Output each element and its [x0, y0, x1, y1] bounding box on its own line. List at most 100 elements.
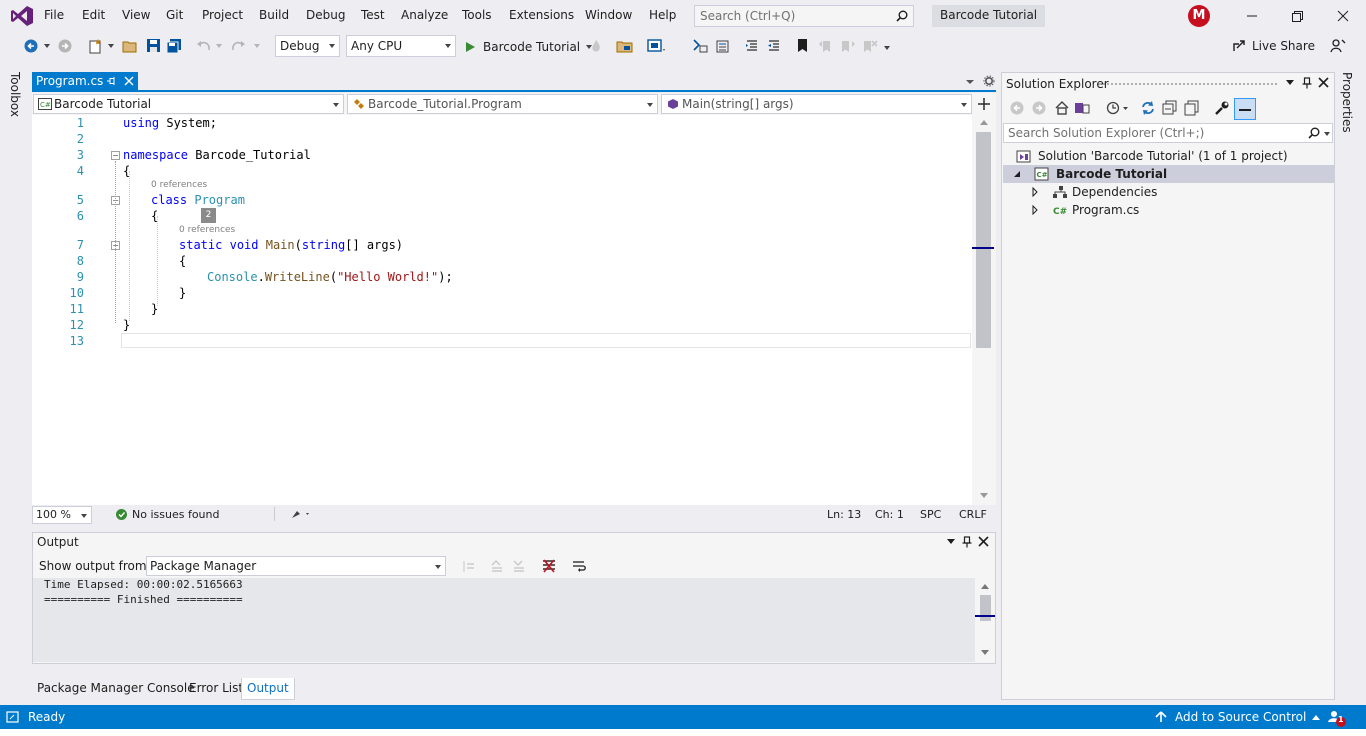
pin-tab-icon[interactable] [106, 76, 116, 86]
scroll-thumb[interactable] [976, 132, 991, 348]
pin-panel-icon[interactable] [1302, 77, 1312, 89]
tab-error-list[interactable]: Error List [184, 678, 248, 700]
properties-wrench-icon[interactable] [1214, 100, 1230, 116]
home-icon[interactable] [1054, 100, 1070, 116]
code-cleanup-icon[interactable] [290, 508, 312, 520]
show-all-files-icon[interactable] [1184, 100, 1200, 116]
line-ending-indicator[interactable]: CRLF [959, 508, 987, 521]
suggestion-badge[interactable]: 2 [201, 208, 216, 223]
clear-all-icon[interactable] [541, 558, 557, 574]
codelens-references[interactable]: 0 references [179, 225, 235, 235]
search-input[interactable]: Search (Ctrl+Q) [694, 5, 914, 27]
hot-reload-icon[interactable] [590, 39, 602, 53]
preview-selected-items-button[interactable] [1234, 98, 1256, 120]
scroll-down-icon[interactable] [981, 650, 989, 655]
close-tab-icon[interactable] [124, 76, 134, 86]
clear-bookmarks-icon[interactable] [862, 38, 878, 54]
menu-project[interactable]: Project [202, 8, 243, 22]
new-project-icon[interactable] [88, 38, 104, 54]
menu-view[interactable]: View [122, 8, 150, 22]
tab-program-cs[interactable]: Program.cs [32, 72, 138, 92]
collapse-all-icon[interactable] [1162, 100, 1178, 116]
menu-edit[interactable]: Edit [82, 8, 105, 22]
output-source-select[interactable]: Package Manager [146, 556, 446, 576]
next-message-icon[interactable] [511, 558, 527, 574]
output-text-area[interactable]: Time Elapsed: 00:00:02.5165663 =========… [33, 578, 975, 662]
sync-icon[interactable] [1140, 100, 1156, 116]
notifications-icon[interactable] [1326, 709, 1348, 727]
back-icon[interactable] [1010, 101, 1024, 115]
close-panel-icon[interactable] [1318, 77, 1329, 88]
toolbox-tab[interactable]: Toolbox [8, 72, 26, 122]
visual-studio-logo-icon[interactable] [10, 5, 34, 27]
window-menu-dropdown-icon[interactable] [1286, 80, 1294, 85]
settings-gear-icon[interactable] [983, 75, 995, 87]
previous-message-icon[interactable] [489, 558, 505, 574]
editor-vertical-scrollbar[interactable] [972, 115, 996, 505]
bookmark-icon[interactable] [796, 38, 810, 54]
back-arrow-icon[interactable] [24, 39, 38, 53]
pin-panel-icon[interactable] [962, 536, 972, 548]
previous-bookmark-icon[interactable] [818, 38, 834, 54]
search-options-dropdown-icon[interactable] [1324, 132, 1330, 136]
menu-help[interactable]: Help [649, 8, 676, 22]
expanded-arrow-icon[interactable] [1012, 169, 1022, 179]
unindent-icon[interactable] [766, 38, 782, 54]
toolbar-overflow-icon[interactable] [884, 46, 890, 50]
new-dropdown-icon[interactable] [108, 44, 114, 48]
undo-icon[interactable] [196, 39, 212, 53]
forward-icon[interactable] [1032, 101, 1046, 115]
add-to-source-control-button[interactable]: Add to Source Control [1155, 710, 1321, 724]
member-scope-select[interactable]: Main(string[] args) [661, 94, 972, 114]
tree-node-project[interactable]: C# Barcode Tutorial [1012, 165, 1167, 183]
forward-arrow-icon[interactable] [58, 39, 72, 53]
type-scope-select[interactable]: Barcode_Tutorial.Program [347, 94, 658, 114]
configuration-select[interactable]: Debug [275, 35, 340, 57]
solution-explorer-search-input[interactable]: Search Solution Explorer (Ctrl+;) [1003, 123, 1333, 143]
tree-node-program-cs[interactable]: C# Program.cs [1030, 201, 1139, 219]
output-vertical-scrollbar[interactable] [975, 578, 995, 662]
project-scope-select[interactable]: C# Barcode Tutorial [33, 94, 344, 114]
account-avatar[interactable]: M [1188, 5, 1210, 27]
redo-dropdown-icon[interactable] [254, 44, 260, 48]
tab-package-manager-console[interactable]: Package Manager Console [32, 678, 200, 700]
tree-node-dependencies[interactable]: Dependencies [1030, 183, 1157, 201]
properties-tab[interactable]: Properties [1340, 72, 1358, 133]
live-share-button[interactable]: Live Share [1232, 39, 1315, 53]
zoom-select[interactable]: 100 % [32, 506, 92, 524]
collapse-namespace-icon[interactable]: − [111, 151, 120, 160]
save-icon[interactable] [146, 38, 162, 54]
menu-test[interactable]: Test [361, 8, 385, 22]
start-debugging-button[interactable]: Barcode Tutorial [464, 38, 593, 56]
split-window-icon[interactable] [977, 97, 991, 111]
menu-file[interactable]: File [44, 8, 64, 22]
save-all-icon[interactable] [166, 38, 182, 54]
menu-analyze[interactable]: Analyze [401, 8, 448, 22]
window-menu-dropdown-icon[interactable] [947, 539, 955, 544]
issues-indicator[interactable]: No issues found [116, 508, 219, 521]
menu-debug[interactable]: Debug [306, 8, 345, 22]
tab-list-dropdown-icon[interactable] [966, 80, 974, 84]
window-layout-icon[interactable] [647, 38, 667, 54]
folder-view-icon[interactable] [616, 38, 634, 54]
next-bookmark-icon[interactable] [840, 38, 856, 54]
back-dropdown-icon[interactable] [44, 44, 50, 48]
close-panel-icon[interactable] [978, 536, 989, 547]
undo-dropdown-icon[interactable] [216, 44, 222, 48]
word-wrap-icon[interactable] [571, 558, 587, 574]
tree-node-solution[interactable]: Solution 'Barcode Tutorial' (1 of 1 proj… [1016, 147, 1288, 165]
pending-changes-filter-icon[interactable] [1106, 100, 1130, 116]
close-window-button[interactable] [1333, 6, 1353, 26]
menu-git[interactable]: Git [166, 8, 183, 22]
platform-select[interactable]: Any CPU [346, 35, 456, 57]
feedback-person-icon[interactable] [1330, 38, 1346, 54]
minimize-button[interactable] [1242, 6, 1262, 26]
scroll-thumb[interactable] [980, 595, 991, 621]
menu-tools[interactable]: Tools [462, 8, 492, 22]
switch-views-icon[interactable] [1074, 100, 1090, 116]
scroll-up-icon[interactable] [980, 120, 988, 125]
collapsed-arrow-icon[interactable] [1030, 187, 1040, 197]
code-editor[interactable]: 1 2 3 4 5 6 7 8 9 10 11 12 13 − − − usin… [32, 115, 972, 505]
scroll-down-icon[interactable] [980, 493, 988, 498]
scroll-up-icon[interactable] [981, 584, 989, 589]
